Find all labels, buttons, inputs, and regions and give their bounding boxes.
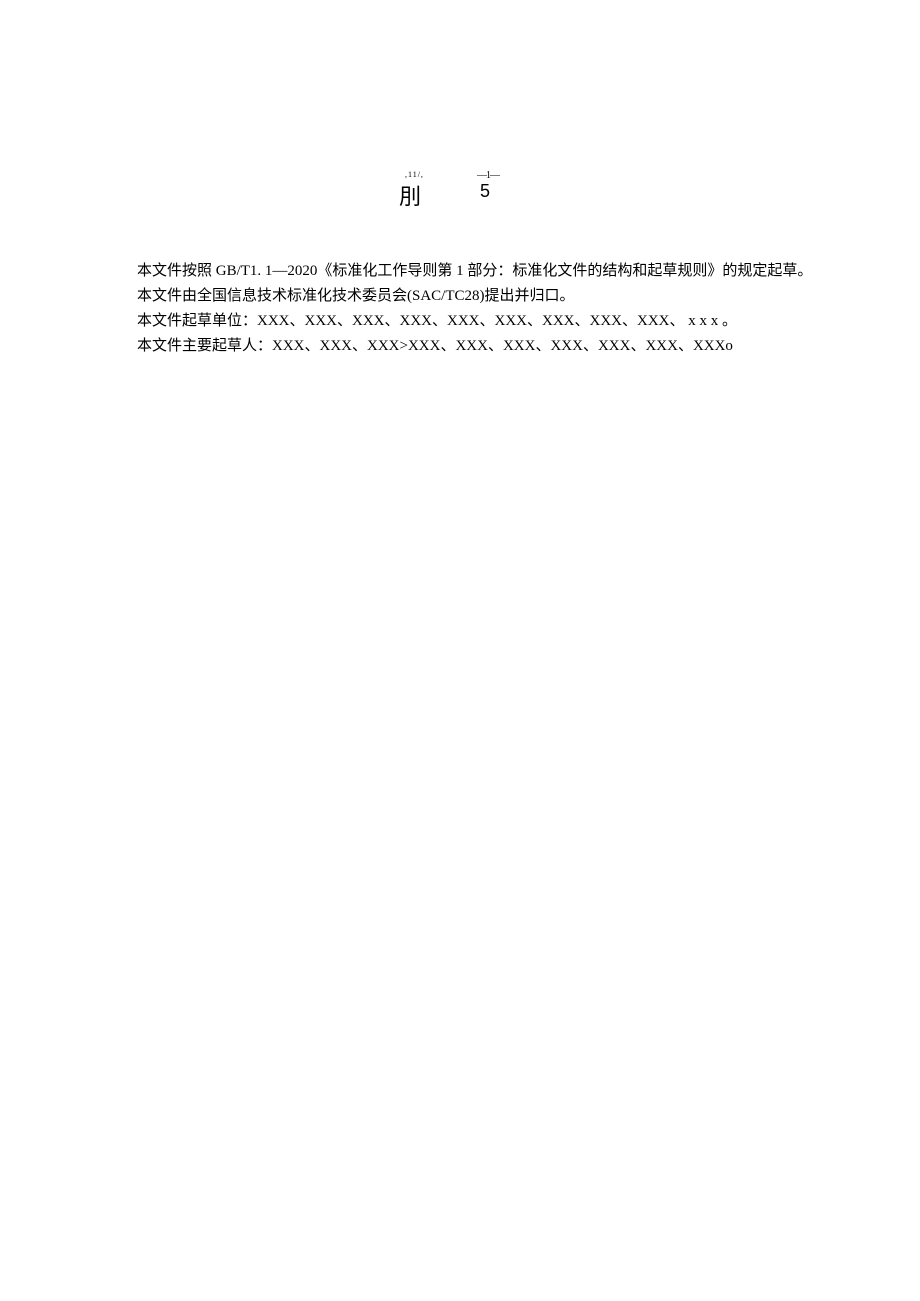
document-body: 本文件按照 GB/T1. 1—2020《标准化工作导则第 1 部分：标准化文件的… bbox=[107, 260, 813, 357]
document-page: ,11/, —1— 刖 5 本文件按照 GB/T1. 1—2020《标准化工作导… bbox=[0, 0, 920, 357]
heading-char: 刖 bbox=[399, 179, 421, 211]
heading-mark-right: —1— bbox=[477, 170, 499, 181]
paragraph: 本文件由全国信息技术标准化技术委员会(SAC/TC28)提出并归口。 bbox=[107, 285, 813, 307]
heading-number: 5 bbox=[480, 181, 490, 202]
paragraph: 本文件按照 GB/T1. 1—2020《标准化工作导则第 1 部分：标准化文件的… bbox=[107, 260, 813, 282]
heading-mark-left: ,11/, bbox=[405, 170, 424, 179]
paragraph: 本文件主要起草人：XXX、XXX、XXX>XXX、XXX、XXX、XXX、XXX… bbox=[107, 335, 813, 357]
paragraph: 本文件起草单位：XXX、XXX、XXX、XXX、XXX、XXX、XXX、XXX、… bbox=[107, 310, 813, 332]
page-heading: ,11/, —1— 刖 5 bbox=[107, 170, 813, 220]
